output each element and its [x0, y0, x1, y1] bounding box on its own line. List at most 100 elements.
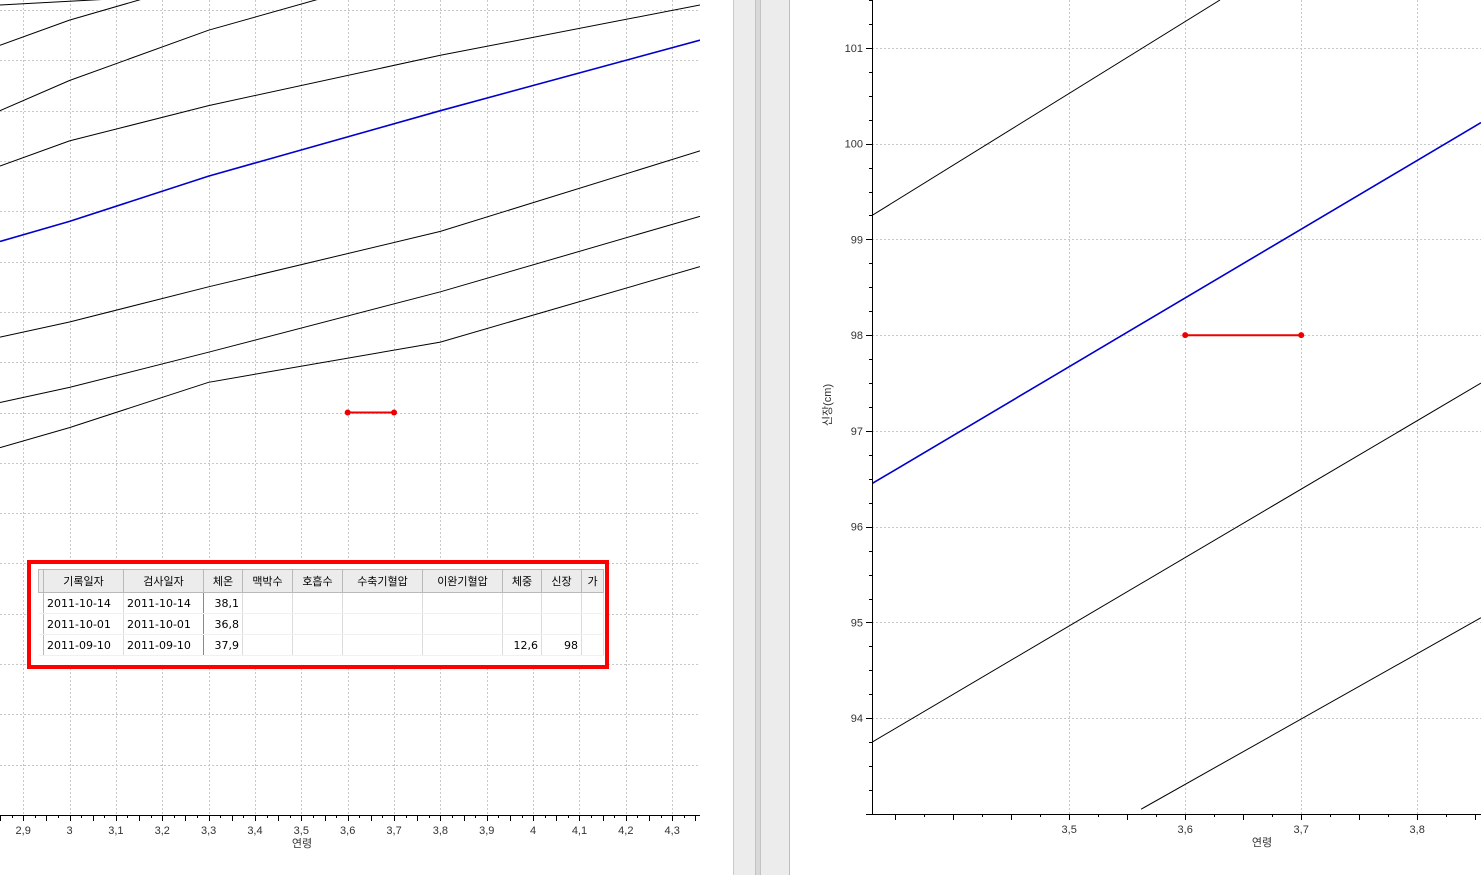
column-header-truncated[interactable]: 가 — [581, 569, 604, 593]
measurement-point — [391, 409, 398, 416]
column-header-systolic-bp[interactable]: 수축기혈압 — [342, 569, 423, 593]
column-header-temperature[interactable]: 체온 — [203, 569, 243, 593]
percentile-curve — [0, 215, 700, 403]
vitals-table-highlight: 기록일자 검사일자 체온 맥박수 호흡수 수축기혈압 이완기혈압 체중 신장 가… — [27, 560, 609, 669]
systolic-bp-cell — [342, 634, 423, 656]
splitter-edge — [733, 0, 734, 875]
respiration-cell — [292, 613, 343, 635]
exam-date-cell: 2011-10-14 — [123, 592, 204, 614]
weight-cell — [502, 613, 542, 635]
y-tick-label: 94 — [851, 713, 863, 725]
pulse-cell — [242, 592, 293, 614]
x-tick-label: 2,9 — [16, 825, 31, 837]
column-header-weight[interactable]: 체중 — [502, 569, 542, 593]
vitals-table: 기록일자 검사일자 체온 맥박수 호흡수 수축기혈압 이완기혈압 체중 신장 가… — [38, 569, 604, 656]
x-tick-label: 3,6 — [1178, 824, 1193, 836]
splitter-grip[interactable] — [755, 0, 761, 875]
percentile-curve — [872, 0, 1221, 216]
y-axis-title: 신장(cm) — [821, 384, 834, 426]
column-header-diastolic-bp[interactable]: 이완기혈압 — [422, 569, 503, 593]
y-tick-label: 98 — [851, 330, 863, 342]
diastolic-bp-cell — [422, 613, 503, 635]
percentile-curve — [1140, 617, 1481, 810]
temperature-cell: 37,9 — [203, 634, 243, 656]
respiration-cell — [292, 634, 343, 656]
x-tick-label: 3,1 — [108, 825, 123, 837]
x-tick-label: 3,7 — [386, 825, 401, 837]
y-tick-label: 97 — [851, 426, 863, 438]
respiration-cell — [292, 592, 343, 614]
x-tick-label: 3,5 — [1062, 824, 1077, 836]
percentile-curve — [0, 150, 700, 338]
x-tick-label: 3,5 — [294, 825, 309, 837]
diastolic-bp-cell — [422, 634, 503, 656]
column-header-record-date[interactable]: 기록일자 — [43, 569, 124, 593]
x-tick-label: 4 — [530, 825, 536, 837]
grid-lines — [872, 0, 1481, 814]
y-axis-ticks — [866, 0, 872, 815]
measurement-point — [344, 409, 351, 416]
x-tick-label: 3,6 — [340, 825, 355, 837]
truncated-cell — [581, 613, 604, 635]
x-axis-title: 연령 — [292, 837, 312, 850]
x-tick-label: 3,7 — [1294, 824, 1309, 836]
y-tick-label: 101 — [845, 43, 863, 55]
height-cell: 98 — [541, 634, 582, 656]
plot-area — [0, 0, 700, 449]
x-tick-label: 4,1 — [572, 825, 587, 837]
systolic-bp-cell — [342, 592, 423, 614]
percentile-curve — [0, 4, 700, 167]
x-tick-label: 3,2 — [155, 825, 170, 837]
table-row[interactable]: 2011-10-01 2011-10-01 36,8 — [38, 613, 604, 635]
exam-date-cell: 2011-09-10 — [123, 634, 204, 656]
y-tick-label: 99 — [851, 234, 863, 246]
truncated-cell — [581, 634, 604, 656]
axes — [872, 0, 1481, 815]
right-growth-chart-panel: 3,5 3,6 3,7 3,8 연령 94 95 96 97 98 99 100 101 신장(cm) — [790, 0, 1481, 875]
table-row[interactable]: 2011-10-14 2011-10-14 38,1 — [38, 592, 604, 614]
percentile-curve — [0, 0, 141, 46]
measurement-point — [1182, 332, 1189, 339]
x-tick-label: 3,4 — [247, 825, 262, 837]
temperature-cell: 38,1 — [203, 592, 243, 614]
record-date-cell: 2011-10-14 — [43, 592, 124, 614]
systolic-bp-cell — [342, 613, 423, 635]
plot-area — [872, 0, 1481, 810]
truncated-cell — [581, 592, 604, 614]
percentile-curve — [0, 0, 102, 6]
x-axis-title: 연령 — [1252, 836, 1272, 849]
percentile-curve — [0, 266, 700, 449]
x-tick-label: 3,9 — [479, 825, 494, 837]
column-header-pulse[interactable]: 맥박수 — [242, 569, 293, 593]
percentile-curve — [872, 382, 1481, 743]
x-axis-ticks — [895, 814, 1476, 820]
column-header-exam-date[interactable]: 검사일자 — [123, 569, 204, 593]
measurement-point — [1298, 332, 1305, 339]
diastolic-bp-cell — [422, 592, 503, 614]
exam-date-cell: 2011-10-01 — [123, 613, 204, 635]
x-tick-label: 3 — [66, 825, 72, 837]
table-row[interactable]: 2011-09-10 2011-09-10 37,9 12,6 98 — [38, 634, 604, 656]
height-cell — [541, 592, 582, 614]
column-header-height[interactable]: 신장 — [541, 569, 582, 593]
x-axis-ticks — [0, 815, 696, 821]
median-curve — [872, 121, 1481, 485]
weight-cell: 12,6 — [502, 634, 542, 656]
right-growth-chart: 3,5 3,6 3,7 3,8 연령 94 95 96 97 98 99 100 101 신장(cm) — [821, 0, 1481, 849]
grid-lines — [0, 0, 700, 816]
panel-splitter[interactable] — [733, 0, 790, 875]
y-tick-label: 100 — [845, 139, 863, 151]
percentile-curve — [0, 0, 318, 112]
table-header-row: 기록일자 검사일자 체온 맥박수 호흡수 수축기혈압 이완기혈압 체중 신장 가 — [38, 569, 604, 593]
pulse-cell — [242, 634, 293, 656]
record-date-cell: 2011-10-01 — [43, 613, 124, 635]
y-tick-label: 96 — [851, 522, 863, 534]
weight-cell — [502, 592, 542, 614]
pulse-cell — [242, 613, 293, 635]
left-growth-chart-panel: 2,9 3 3,1 3,2 3,3 3,4 3,5 3,6 3,7 3,8 3,9 4 4,1 4,2 4,… — [0, 0, 733, 875]
x-tick-label: 4,2 — [618, 825, 633, 837]
column-header-respiration[interactable]: 호흡수 — [292, 569, 343, 593]
x-tick-label: 4,3 — [665, 825, 680, 837]
left-growth-chart: 2,9 3 3,1 3,2 3,3 3,4 3,5 3,6 3,7 3,8 3,9 4 4,1 4,2 4,… — [0, 0, 700, 850]
x-tick-label: 3,8 — [433, 825, 448, 837]
